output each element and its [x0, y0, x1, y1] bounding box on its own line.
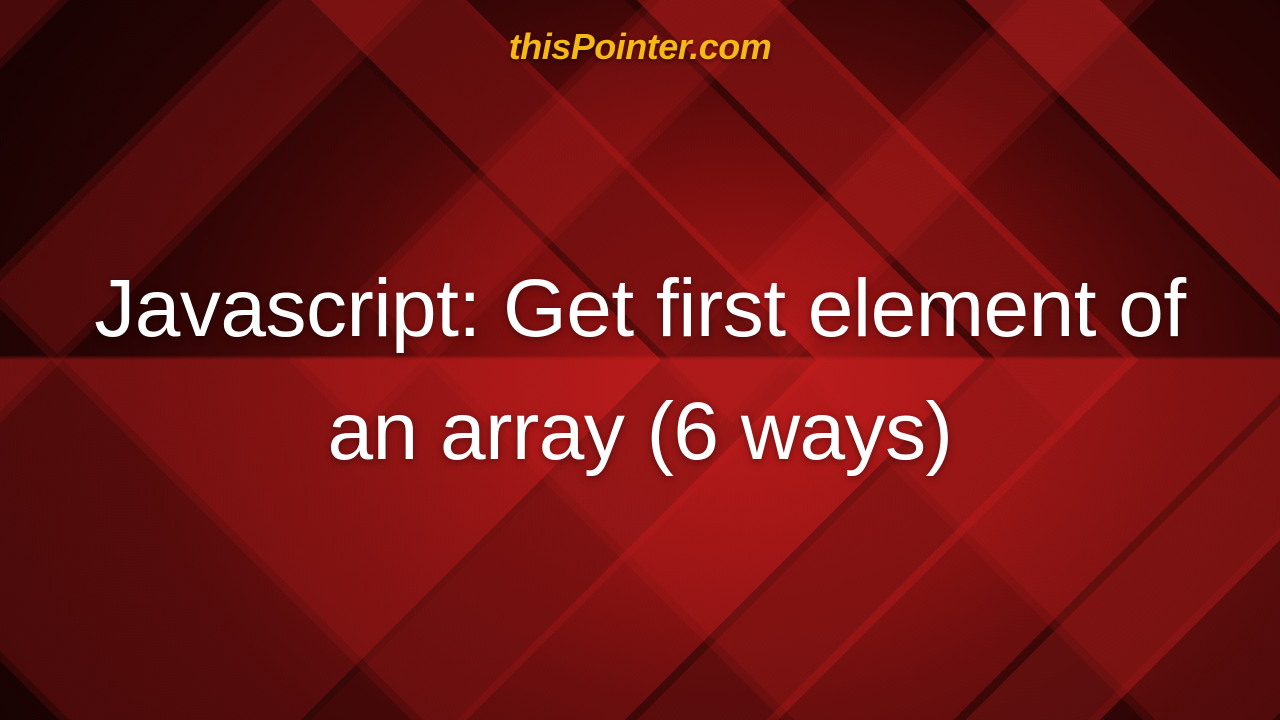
site-brand: thisPointer.com: [509, 26, 772, 68]
article-title: Javascript: Get first element of an arra…: [50, 247, 1230, 493]
